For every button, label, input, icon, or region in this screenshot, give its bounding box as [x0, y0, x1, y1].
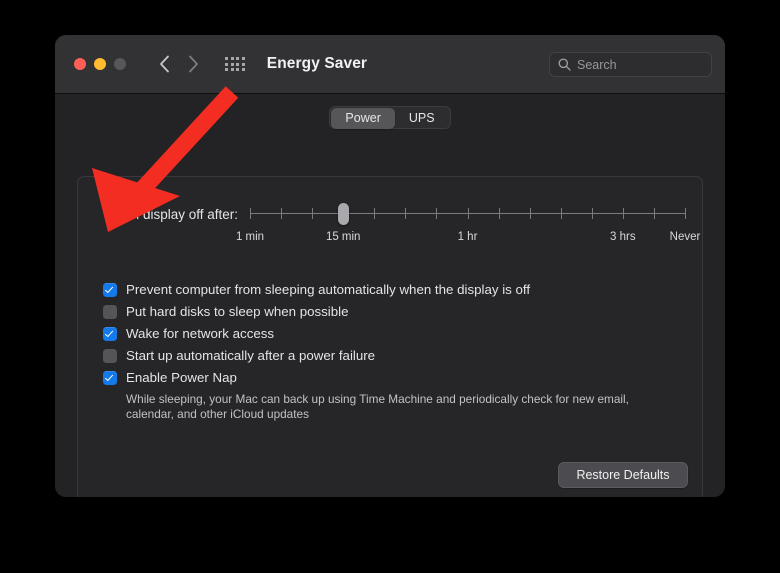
slider-tick-label: 1 hr — [457, 231, 478, 243]
option-wake-network[interactable]: Wake for network access — [103, 326, 683, 342]
slider-tick — [467, 208, 469, 219]
option-label: Put hard disks to sleep when possible — [126, 304, 349, 319]
tab-ups[interactable]: UPS — [395, 108, 449, 129]
display-sleep-slider-row: Turn display off after: 1 min 15 min 1 hr 3… — [78, 201, 702, 257]
wake-for-network-access-checkbox[interactable] — [103, 327, 117, 341]
window-titlebar: Energy Saver Search — [55, 35, 725, 94]
option-label: Wake for network access — [126, 326, 275, 341]
option-prevent-sleep[interactable]: Prevent computer from sleeping automatic… — [103, 282, 683, 298]
display-sleep-label: Turn display off after: — [111, 207, 238, 222]
slider-tick-label: 1 min — [235, 231, 265, 243]
energy-saver-window: Energy Saver Search Power UPS Turn displ… — [55, 35, 725, 497]
back-chevron-icon[interactable] — [154, 53, 174, 75]
slider-tick — [560, 208, 562, 219]
start-up-automatically-checkbox[interactable] — [103, 349, 117, 363]
close-button-icon[interactable] — [74, 58, 86, 70]
slider-tick-label: Never — [669, 231, 701, 243]
slider-tick — [622, 208, 624, 219]
option-power-nap[interactable]: Enable Power Nap — [103, 370, 683, 386]
slider-tick — [250, 208, 251, 219]
zoom-button-icon — [114, 58, 126, 70]
option-hard-disk-sleep[interactable]: Put hard disks to sleep when possible — [103, 304, 683, 320]
slider-tick — [653, 208, 655, 219]
option-label: Prevent computer from sleeping automatic… — [126, 282, 531, 297]
slider-tick-label: 3 hrs — [610, 231, 636, 243]
slider-tick — [374, 208, 376, 219]
option-startup-after-power-failure[interactable]: Start up automatically after a power fai… — [103, 348, 683, 364]
option-label: Enable Power Nap — [126, 370, 237, 385]
search-input-placeholder[interactable]: Search — [577, 58, 617, 72]
slider-tick — [281, 208, 283, 219]
restore-defaults-button[interactable]: Restore Defaults — [558, 462, 688, 488]
slider-tick — [591, 208, 593, 219]
slider-tick — [312, 208, 314, 219]
slider-thumb[interactable] — [337, 203, 349, 225]
search-field[interactable]: Search — [549, 52, 712, 77]
tab-bar: Power UPS — [55, 106, 725, 129]
enable-power-nap-checkbox[interactable] — [103, 371, 117, 385]
window-body: Power UPS Turn display off after: 1 min 1… — [55, 94, 725, 497]
slider-tick — [405, 208, 407, 219]
show-all-grid-icon[interactable] — [225, 56, 245, 72]
navigation-buttons — [154, 53, 203, 75]
display-sleep-slider[interactable]: 1 min 15 min 1 hr 3 hrs Never — [236, 201, 700, 257]
power-settings-panel: Turn display off after: 1 min 15 min 1 hr 3… — [77, 176, 703, 497]
power-nap-description: While sleeping, your Mac can back up usi… — [126, 392, 629, 421]
put-hard-disks-to-sleep-checkbox[interactable] — [103, 305, 117, 319]
power-options-list: Prevent computer from sleeping automatic… — [103, 282, 683, 430]
traffic-lights — [74, 58, 126, 70]
slider-tick-label: 15 min — [325, 231, 361, 243]
slider-tick — [529, 208, 531, 219]
prevent-computer-sleeping-checkbox[interactable] — [103, 283, 117, 297]
option-label: Start up automatically after a power fai… — [126, 348, 376, 363]
tab-group: Power UPS — [329, 106, 451, 129]
page-title: Energy Saver — [266, 55, 368, 72]
slider-tick — [436, 208, 438, 219]
minimize-button-icon[interactable] — [94, 58, 106, 70]
tab-power[interactable]: Power — [331, 108, 395, 129]
slider-tick — [685, 208, 686, 219]
slider-tick — [498, 208, 500, 219]
forward-chevron-icon[interactable] — [183, 53, 203, 75]
search-icon — [558, 58, 571, 71]
